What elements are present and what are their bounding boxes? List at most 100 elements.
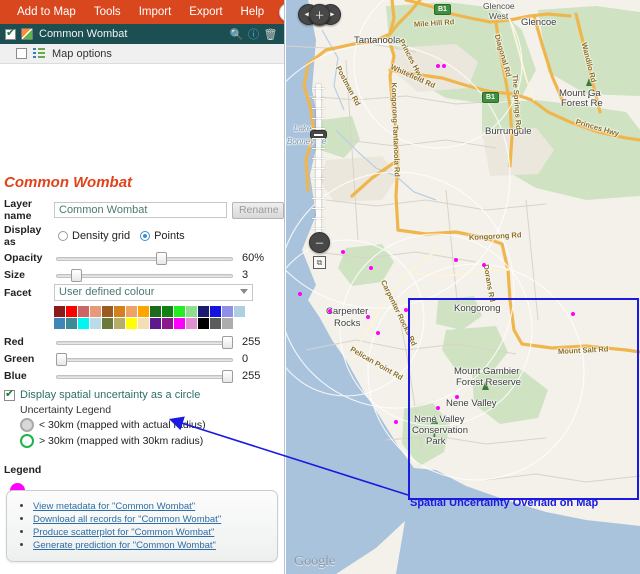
colour-swatch-palette [0,302,284,333]
colour-swatch-r2-0[interactable] [54,318,65,329]
colour-swatch-r1-1[interactable] [66,306,77,317]
colour-swatch-r1-6[interactable] [126,306,137,317]
zoom-slider-tick [312,218,325,219]
uncertainty-checkbox[interactable] [4,390,15,401]
annotation-label: Spatial Uncertainty Overlaid on Map [410,497,598,509]
layer-visibility-checkbox[interactable] [5,29,16,40]
menu-export[interactable]: Export [180,4,231,20]
display-as-row: Display as Density grid Points [0,223,284,249]
map-options-checkbox[interactable] [16,48,27,59]
red-slider-knob[interactable] [222,336,233,349]
colour-swatch-r2-3[interactable] [90,318,101,329]
radio-density-grid-label: Density grid [72,230,130,242]
colour-swatch-r1-7[interactable] [138,306,149,317]
occurrence-point[interactable] [376,331,380,335]
red-slider[interactable] [56,335,233,349]
colour-swatch-r1-2[interactable] [78,306,89,317]
link-download-records[interactable]: Download all records for "Common Wombat" [33,514,221,525]
facet-row: Facet User defined colour [0,283,284,302]
colour-swatch-r1-9[interactable] [162,306,173,317]
menu-add-to-map[interactable]: Add to Map [8,4,85,20]
selection-box[interactable] [408,298,639,500]
zoom-out-icon[interactable]: － [309,232,330,253]
link-view-metadata[interactable]: View metadata for "Common Wombat" [33,501,195,512]
link-produce-scatterplot[interactable]: Produce scatterplot for "Common Wombat" [33,527,214,538]
link-generate-prediction[interactable]: Generate prediction for "Common Wombat" [33,540,216,551]
opacity-slider[interactable] [56,251,233,265]
blue-slider-knob[interactable] [222,370,233,383]
size-label: Size [4,269,54,281]
map-viewport[interactable]: TantanoolaGlencoeGlencoeWestBurrunguleMo… [286,0,640,574]
colour-swatch-r2-7[interactable] [138,318,149,329]
layer-name-input[interactable] [54,202,227,218]
map-options-item[interactable]: Map options [0,44,284,64]
zoom-slider-tick [312,128,325,129]
colour-swatch-r1-0[interactable] [54,306,65,317]
colour-swatch-r2-4[interactable] [102,318,113,329]
colour-swatch-r1-8[interactable] [150,306,161,317]
colour-swatch-r2-9[interactable] [162,318,173,329]
red-slider-track [56,341,233,345]
zoom-slider-tick [312,158,325,159]
zoom-slider-tick [312,198,325,199]
colour-swatch-r1-13[interactable] [210,306,221,317]
colour-swatch-r2-8[interactable] [150,318,161,329]
layer-item-common-wombat[interactable]: Common Wombat 🔍 ⓘ 🗑 [0,24,284,44]
colour-swatch-r2-10[interactable] [174,318,185,329]
blue-slider[interactable] [56,369,233,383]
zoom-slider[interactable] [310,84,327,244]
occurrence-point[interactable] [366,315,370,319]
colour-swatch-r1-11[interactable] [186,306,197,317]
rename-button[interactable]: Rename [232,202,284,219]
colour-swatch-r1-10[interactable] [174,306,185,317]
uncertainty-checkbox-row[interactable]: Display spatial uncertainty as a circle [4,389,284,401]
collapse-sidebar-icon[interactable]: ◂ [279,3,285,22]
colour-swatch-r2-1[interactable] [66,318,77,329]
menu-tools[interactable]: Tools [85,4,130,20]
green-slider[interactable] [56,352,233,366]
colour-swatch-r1-5[interactable] [114,306,125,317]
occurrence-point[interactable] [298,292,302,296]
fullscreen-icon[interactable]: ⧉ [313,256,326,269]
occurrence-point[interactable] [394,420,398,424]
menu-import[interactable]: Import [130,4,181,20]
colour-swatch-r2-12[interactable] [198,318,209,329]
colour-swatch-r2-2[interactable] [78,318,89,329]
zoom-slider-tick [312,208,325,209]
colour-swatch-r1-4[interactable] [102,306,113,317]
colour-swatch-r2-6[interactable] [126,318,137,329]
facet-select[interactable]: User defined colour [54,284,253,301]
colour-swatch-r1-12[interactable] [198,306,209,317]
layer-delete-icon[interactable]: 🗑 [263,28,278,41]
zoom-slider-tick [312,88,325,89]
occurrence-point[interactable] [442,64,446,68]
occurrence-point[interactable] [328,309,332,313]
zoom-in-icon[interactable]: ＋ [309,4,330,25]
green-value: 0 [242,353,248,365]
occurrence-point[interactable] [454,258,458,262]
list-item: View metadata for "Common Wombat" [33,500,271,512]
layer-zoom-icon[interactable]: 🔍 [229,28,244,41]
radio-points[interactable] [140,231,150,241]
occurrence-point[interactable] [482,263,486,267]
colour-swatch-r2-14[interactable] [222,318,233,329]
occurrence-point[interactable] [436,64,440,68]
size-slider-knob[interactable] [71,269,82,282]
map-route-shield: B1 [482,92,499,103]
layer-info-icon[interactable]: ⓘ [246,26,261,42]
page-title: Common Wombat [0,172,284,197]
occurrence-point[interactable] [369,266,373,270]
opacity-slider-knob[interactable] [156,252,167,265]
colour-swatch-r2-11[interactable] [186,318,197,329]
colour-swatch-r2-5[interactable] [114,318,125,329]
colour-swatch-r2-13[interactable] [210,318,221,329]
occurrence-point[interactable] [341,250,345,254]
list-item: Download all records for "Common Wombat" [33,513,271,525]
colour-swatch-r1-15[interactable] [234,306,245,317]
size-slider[interactable] [56,268,233,282]
menu-help[interactable]: Help [232,4,274,20]
colour-swatch-r1-14[interactable] [222,306,233,317]
green-slider-knob[interactable] [56,353,67,366]
colour-swatch-r1-3[interactable] [90,306,101,317]
radio-density-grid[interactable] [58,231,68,241]
